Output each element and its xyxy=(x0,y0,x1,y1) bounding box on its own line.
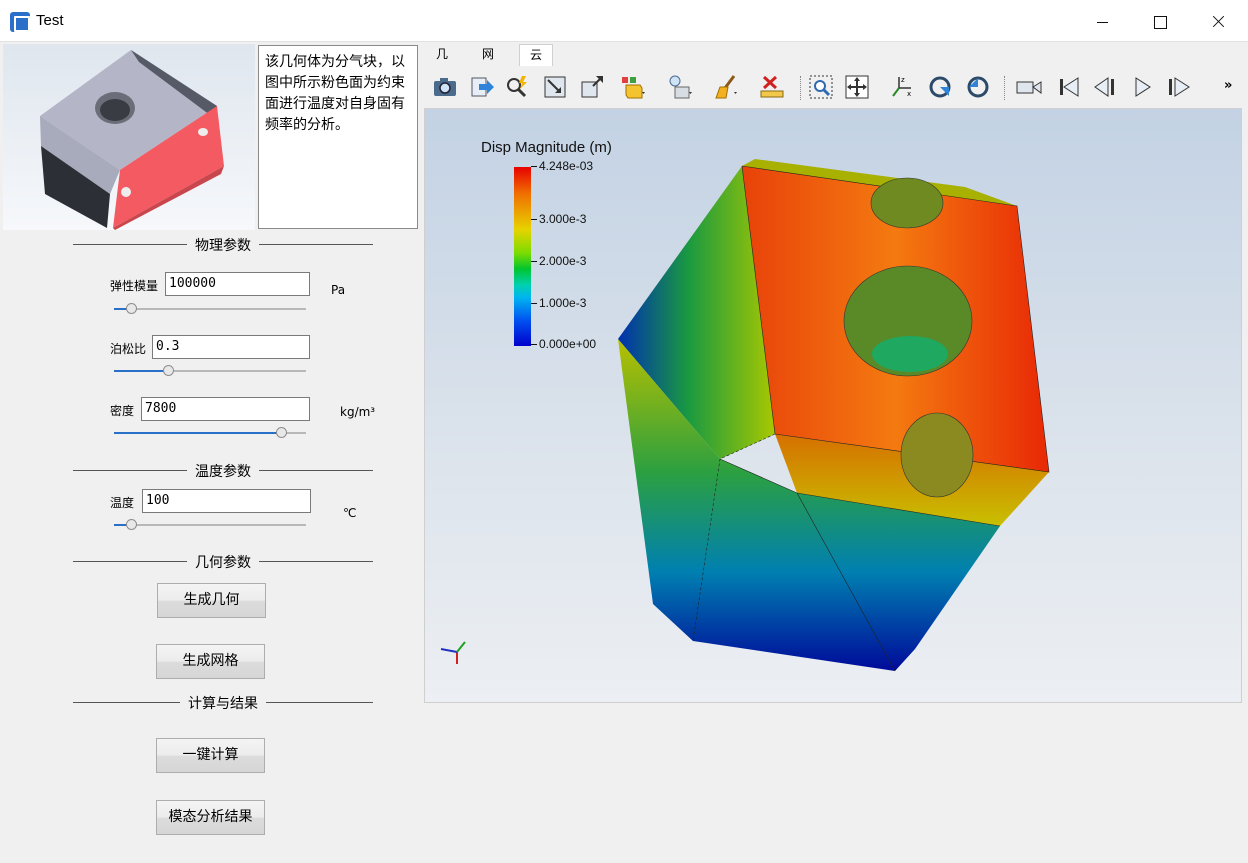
viewer-toolbar: zx » xyxy=(424,66,1242,108)
density-input[interactable]: 7800 xyxy=(141,397,310,421)
play-icon[interactable] xyxy=(1129,74,1155,100)
axes-icon[interactable]: zx xyxy=(889,74,915,100)
display-mode-icon[interactable] xyxy=(620,74,646,100)
prev-frame-icon[interactable] xyxy=(1092,74,1118,100)
density-label: 密度 xyxy=(110,404,135,418)
legend-tick: 3.000e-3 xyxy=(531,212,586,226)
section-physical-params: 物理参数 xyxy=(73,235,373,255)
zoom-region-icon[interactable] xyxy=(808,74,834,100)
poisson-ratio-input[interactable]: 0.3 xyxy=(152,335,310,359)
pick-icon[interactable] xyxy=(504,74,530,100)
light-icon[interactable] xyxy=(667,74,693,100)
density-slider[interactable] xyxy=(114,427,306,439)
generate-geometry-button[interactable]: 生成几何 xyxy=(157,583,266,618)
export-icon[interactable] xyxy=(469,74,495,100)
orientation-axes xyxy=(440,641,466,664)
modal-results-button[interactable]: 模态分析结果 xyxy=(156,800,265,835)
fit-view-icon[interactable] xyxy=(542,74,568,100)
generate-mesh-button[interactable]: 生成网格 xyxy=(156,644,265,679)
elastic-modulus-slider[interactable] xyxy=(114,303,306,315)
temperature-slider[interactable] xyxy=(114,519,306,531)
legend-title: Disp Magnitude (m) xyxy=(481,139,612,156)
svg-text:x: x xyxy=(907,90,911,98)
slider-handle[interactable] xyxy=(126,303,138,314)
app-icon xyxy=(10,12,30,32)
section-geometry-params: 几何参数 xyxy=(73,552,373,572)
video-icon[interactable] xyxy=(1016,74,1042,100)
slider-handle[interactable] xyxy=(126,519,138,530)
poisson-ratio-label: 泊松比 xyxy=(110,342,147,356)
elastic-modulus-input[interactable]: 100000 xyxy=(165,272,310,296)
temperature-input[interactable]: 100 xyxy=(142,489,311,513)
slider-handle[interactable] xyxy=(162,365,174,376)
rotate-cw-icon[interactable] xyxy=(927,74,953,100)
slider-handle[interactable] xyxy=(276,427,288,438)
elastic-modulus-label: 弹性模量 xyxy=(110,279,159,293)
legend-tick: 2.000e-3 xyxy=(531,254,586,268)
first-frame-icon[interactable] xyxy=(1056,74,1082,100)
tab-contour[interactable]: 云图1 xyxy=(519,44,554,102)
maximize-button[interactable] xyxy=(1137,6,1183,36)
density-unit: kg/m³ xyxy=(340,405,376,419)
camera-icon[interactable] xyxy=(432,74,458,100)
clean-icon[interactable] xyxy=(714,74,740,100)
tab-geometry[interactable]: 几何 xyxy=(426,44,458,81)
contour-model xyxy=(440,159,1050,672)
legend-tick: 4.248e-03 xyxy=(531,159,593,173)
minimize-button[interactable] xyxy=(1080,6,1126,36)
close-button[interactable] xyxy=(1195,6,1241,36)
geometry-preview-image xyxy=(3,44,255,230)
legend-tick: 1.000e-3 xyxy=(531,296,586,310)
next-frame-icon[interactable] xyxy=(1166,74,1192,100)
description-text: 该几何体为分气块，以图中所示粉色面为约束面进行温度对自身固有频率的分析。 xyxy=(258,45,418,229)
tab-mesh[interactable]: 网格 xyxy=(472,44,504,81)
3d-viewport[interactable]: Disp Magnitude (m) 4.248e-03 3.000e-3 2.… xyxy=(424,108,1242,703)
title-bar: Test xyxy=(0,0,1248,42)
section-compute-results: 计算与结果 xyxy=(73,693,373,713)
rotate-ccw-icon[interactable] xyxy=(965,74,991,100)
toolbar-overflow-button[interactable]: » xyxy=(1224,78,1232,93)
elastic-modulus-unit: Pa xyxy=(331,283,346,297)
temperature-unit: ℃ xyxy=(343,506,357,520)
compute-button[interactable]: 一键计算 xyxy=(156,738,265,773)
poisson-ratio-slider[interactable] xyxy=(114,365,306,377)
zoom-box-icon[interactable] xyxy=(579,74,605,100)
temperature-label: 温度 xyxy=(110,496,135,510)
section-temperature-params: 温度参数 xyxy=(73,461,373,481)
clear-measure-icon[interactable] xyxy=(759,74,785,100)
legend-tick: 0.000e+00 xyxy=(531,337,596,351)
window-title: Test xyxy=(36,12,64,29)
pan-icon[interactable] xyxy=(844,74,870,100)
svg-text:z: z xyxy=(901,76,905,84)
color-bar xyxy=(514,167,531,346)
